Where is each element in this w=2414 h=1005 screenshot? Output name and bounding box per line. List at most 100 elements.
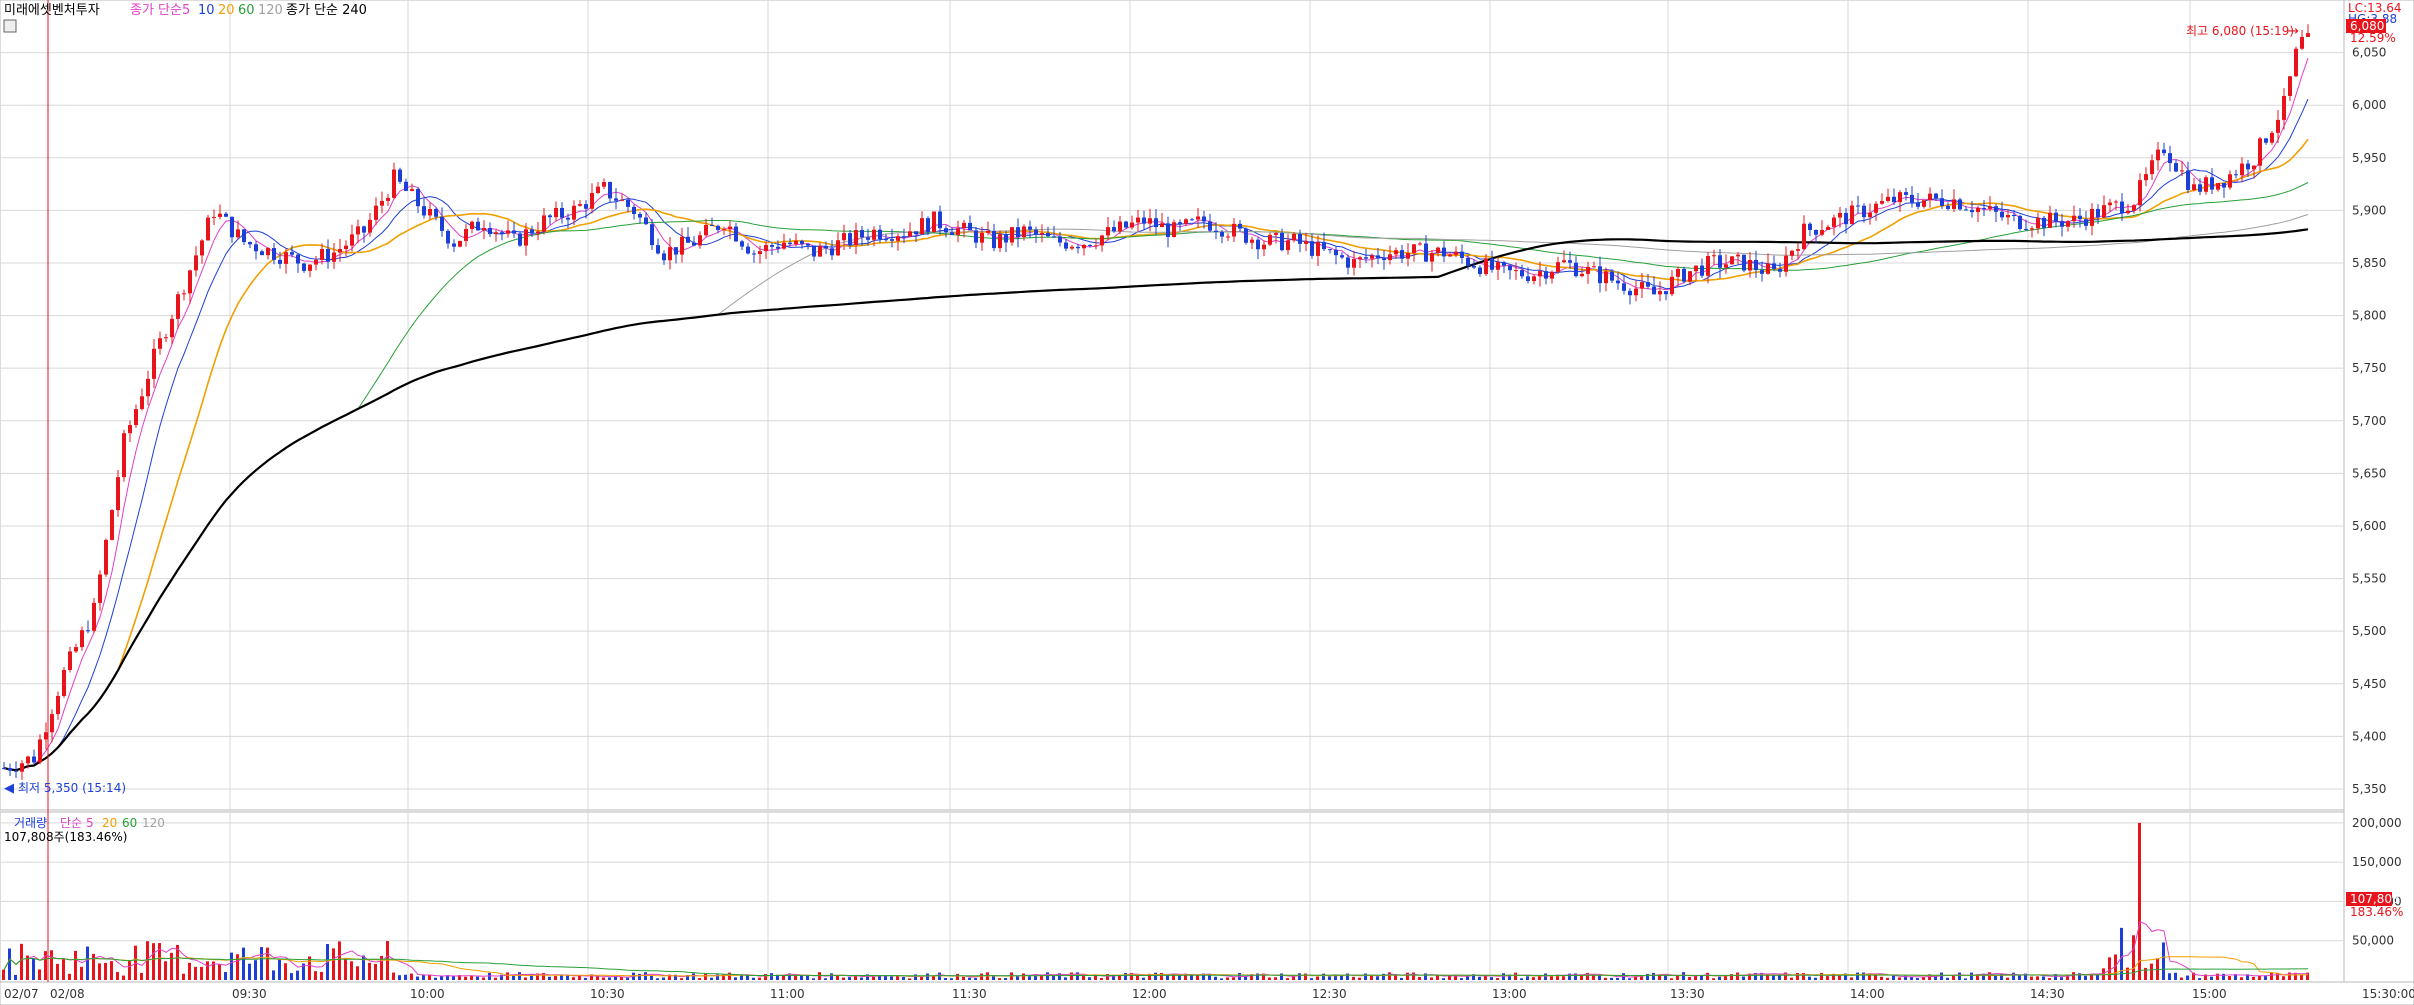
volume-bar <box>554 976 557 980</box>
candle-body <box>974 230 978 243</box>
candle-body <box>1004 234 1008 243</box>
candle-body <box>1196 216 1200 220</box>
volume-bar <box>1544 973 1547 980</box>
candle-body <box>2048 212 2052 228</box>
candle-body <box>440 216 444 231</box>
volume-bar <box>920 976 923 980</box>
candle-body <box>1790 250 1794 256</box>
candle-body <box>686 236 690 243</box>
volume-bar <box>1310 978 1313 980</box>
volume-bar <box>1796 972 1799 980</box>
candle-body <box>1394 250 1398 255</box>
candle-body <box>1190 219 1194 221</box>
candle-body <box>1964 209 1968 211</box>
candle-body <box>1664 291 1668 295</box>
candle-body <box>1250 239 1254 243</box>
candle-body <box>314 259 318 265</box>
candle-body <box>530 229 534 234</box>
volume-bar <box>2240 977 2243 980</box>
volume-bar <box>1214 976 1217 980</box>
volume-tick-label: 150,000 <box>2352 855 2402 869</box>
volume-bar <box>2174 972 2177 980</box>
price-tick-label: 5,350 <box>2352 782 2386 796</box>
volume-bar <box>506 972 509 980</box>
volume-bar <box>1070 972 1073 980</box>
volume-bar <box>2000 973 2003 980</box>
candle-body <box>1580 273 1584 277</box>
candle-body <box>110 510 114 540</box>
volume-bar <box>1100 977 1103 980</box>
volume-bar <box>140 972 143 980</box>
candle-body <box>2024 228 2028 230</box>
volume-bar <box>1154 972 1157 980</box>
volume-bar <box>14 974 17 980</box>
candle-body <box>1280 233 1284 251</box>
volume-bar <box>290 973 293 980</box>
candle-body <box>1688 271 1692 282</box>
candle-body <box>740 241 744 247</box>
time-tick-label: 14:00 <box>1850 987 1885 1001</box>
volume-bar <box>758 977 761 980</box>
candle-body <box>1274 233 1278 235</box>
high-arrow-icon: → <box>2288 24 2299 39</box>
ma20-legend: 20 <box>218 3 235 18</box>
volume-bar <box>968 977 971 980</box>
volume-bar <box>1340 975 1343 980</box>
chart-settings-icon[interactable] <box>3 19 17 33</box>
volume-bar <box>1610 977 1613 980</box>
volume-bar <box>2168 973 2171 980</box>
candle-body <box>2156 149 2160 161</box>
candle-body <box>1508 265 1512 271</box>
volume-bar <box>1400 977 1403 980</box>
candle-body <box>332 252 336 262</box>
volume-bar <box>104 962 107 980</box>
candle-body <box>1172 222 1176 237</box>
volume-bar <box>1604 977 1607 980</box>
volume-bar <box>1718 976 1721 980</box>
volume-bar <box>1316 976 1319 980</box>
candle-body <box>362 226 366 233</box>
candle-body <box>2042 217 2046 228</box>
candle-body <box>890 239 894 241</box>
candle-body <box>386 197 390 201</box>
volume-bar <box>1196 975 1199 980</box>
candle-body <box>476 221 480 231</box>
candle-body <box>410 189 414 191</box>
candle-body <box>602 181 606 187</box>
volume-bar <box>1478 976 1481 980</box>
candle-body <box>1502 262 1506 266</box>
volume-bar <box>596 976 599 980</box>
volume-bar <box>1958 972 1961 980</box>
volume-bar <box>950 978 953 980</box>
candle-body <box>338 249 342 253</box>
candle-body <box>2228 174 2232 188</box>
candle-body <box>926 218 930 233</box>
candle-body <box>2174 163 2178 172</box>
candle-body <box>296 254 300 264</box>
vol-ma20-legend: 20 <box>102 816 117 830</box>
time-tick-label: 12:30 <box>1312 987 1347 1001</box>
candle-body <box>2012 214 2016 216</box>
candle-body <box>1946 205 1950 209</box>
candle-body <box>764 245 768 252</box>
vol-ma5-legend: 5 <box>86 816 94 830</box>
candle-body <box>1652 286 1656 295</box>
candle-body <box>1754 259 1758 271</box>
volume-bar <box>1286 978 1289 980</box>
candle-body <box>668 247 672 261</box>
volume-bar <box>1082 975 1085 980</box>
volume-bar <box>692 973 695 980</box>
candle-body <box>2186 170 2190 190</box>
volume-bar <box>1898 977 1901 980</box>
candle-body <box>1994 206 1998 212</box>
stock-chart[interactable]: 6,050 6,000 5,950 5,900 5,850 5,800 5,750 5,700… <box>0 0 2414 1005</box>
candle-body <box>1658 291 1662 295</box>
candle-body <box>1568 260 1572 263</box>
candle-body <box>176 294 180 319</box>
candle-body <box>1976 208 1980 213</box>
volume-bar <box>992 976 995 980</box>
volume-bar <box>1280 973 1283 980</box>
volume-bar <box>1772 975 1775 980</box>
candle-body <box>1346 257 1350 268</box>
volume-bar <box>608 977 611 980</box>
